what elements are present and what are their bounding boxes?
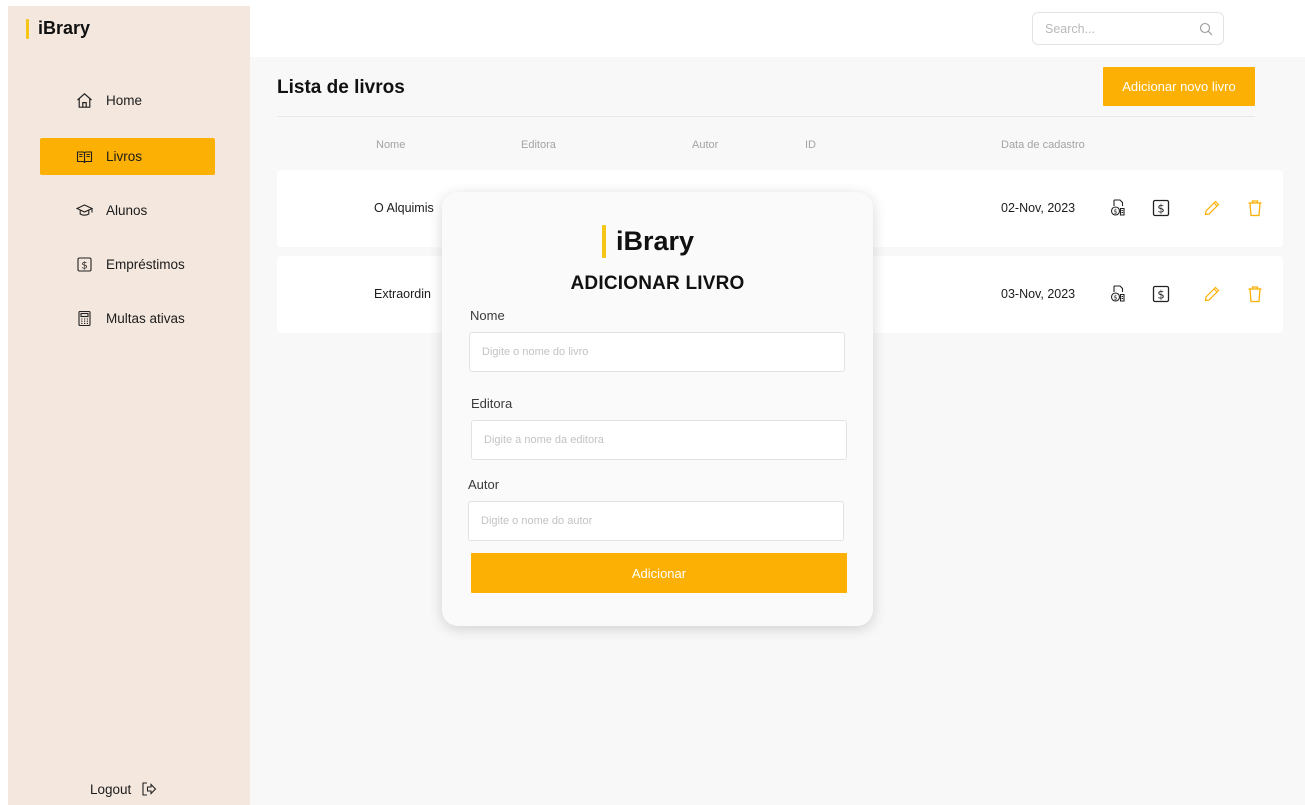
column-header-nome[interactable]: Nome (376, 139, 405, 151)
add-new-book-button[interactable]: Adicionar novo livro (1103, 67, 1255, 106)
logo-accent-bar (26, 18, 29, 39)
nome-input[interactable] (469, 332, 845, 372)
svg-text:$: $ (1157, 287, 1164, 301)
sidebar-item-home[interactable]: Home (40, 82, 215, 119)
loan-dollar-icon[interactable]: $ (1150, 197, 1172, 219)
logo-text: iBrary (616, 226, 695, 256)
sidebar-item-livros[interactable]: Livros (40, 138, 215, 175)
dollar-box-icon: $ (76, 256, 93, 273)
search-icon[interactable] (1199, 22, 1213, 36)
svg-text:$: $ (1157, 201, 1164, 215)
logout-label: Logout (90, 781, 132, 797)
date-cell: 03-Nov, 2023 (1001, 287, 1076, 301)
adicionar-button[interactable]: Adicionar (471, 553, 847, 593)
logout-button[interactable]: Logout (90, 781, 157, 797)
page-title: Lista de livros (277, 77, 405, 98)
delete-trash-icon[interactable] (1244, 197, 1266, 219)
graduation-cap-icon (76, 202, 93, 219)
column-header-editora[interactable]: Editora (521, 139, 556, 151)
delete-trash-icon[interactable] (1244, 283, 1266, 305)
calculator-icon (76, 310, 93, 327)
column-header-autor[interactable]: Autor (692, 139, 718, 151)
book-name-cell: O Alquimis (374, 201, 434, 215)
sidebar-item-alunos[interactable]: Alunos (40, 192, 215, 229)
edit-pencil-icon[interactable] (1201, 283, 1223, 305)
book-icon (76, 148, 93, 165)
fine-receipt-icon[interactable]: $ (1107, 197, 1129, 219)
svg-text:$: $ (81, 260, 87, 271)
header-divider (277, 116, 1255, 117)
date-cell: 02-Nov, 2023 (1001, 201, 1076, 215)
home-icon (76, 92, 93, 109)
sidebar: iBrary Home Livros Alunos $ Empréstimos (8, 6, 250, 805)
logo-accent-bar (602, 225, 606, 258)
editora-label: Editora (471, 396, 513, 411)
sidebar-logo[interactable]: iBrary (26, 18, 90, 39)
sidebar-item-emprestimos[interactable]: $ Empréstimos (40, 246, 215, 283)
sidebar-item-label: Livros (106, 149, 143, 164)
search-box (1032, 12, 1224, 45)
svg-text:$: $ (1113, 294, 1117, 302)
autor-input[interactable] (468, 501, 844, 541)
edit-pencil-icon[interactable] (1201, 197, 1223, 219)
logo-text: iBrary (38, 18, 91, 38)
modal-title: ADICIONAR LIVRO (570, 273, 745, 294)
fine-receipt-icon[interactable]: $ (1107, 283, 1129, 305)
editora-input[interactable] (471, 420, 847, 460)
search-input[interactable] (1033, 13, 1223, 44)
sidebar-item-label: Alunos (106, 203, 148, 218)
sidebar-item-multas-ativas[interactable]: Multas ativas (40, 300, 215, 337)
loan-dollar-icon[interactable]: $ (1150, 283, 1172, 305)
logout-icon (141, 781, 157, 797)
book-name-cell: Extraordin (374, 287, 431, 301)
nome-label: Nome (470, 308, 505, 323)
svg-text:$: $ (1113, 208, 1117, 216)
add-book-modal: iBrary ADICIONAR LIVRO Nome Editora Auto… (442, 192, 873, 626)
autor-label: Autor (468, 477, 500, 492)
column-header-data-cadastro[interactable]: Data de cadastro (1001, 139, 1085, 151)
sidebar-item-label: Home (106, 93, 143, 108)
sidebar-item-label: Empréstimos (106, 257, 185, 272)
sidebar-item-label: Multas ativas (106, 311, 185, 326)
modal-logo: iBrary (602, 225, 694, 258)
app-frame: iBrary Home Livros Alunos $ Empréstimos (0, 0, 1305, 805)
column-header-id[interactable]: ID (805, 139, 816, 151)
